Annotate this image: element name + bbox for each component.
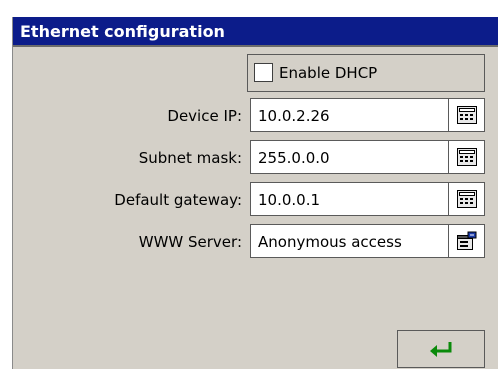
enter-arrow-icon [430,342,452,357]
keypad-icon [456,106,477,124]
device-ip-label: Device IP: [167,107,242,125]
settings-dialog-icon [456,231,476,250]
device-ip-keypad-button[interactable] [448,99,484,131]
www-server-settings-button[interactable] [448,225,484,257]
www-server-field[interactable]: Anonymous access [250,224,485,258]
device-ip-field[interactable]: 10.0.2.26 [250,98,485,132]
default-gateway-value: 10.0.0.1 [258,191,321,209]
subnet-mask-label: Subnet mask: [138,149,242,167]
default-gateway-label: Default gateway: [114,191,242,209]
ethernet-config-dialog: Ethernet configuration Enable DHCP Devic… [12,17,498,369]
dhcp-label: Enable DHCP [279,64,378,82]
subnet-mask-value: 255.0.0.0 [258,149,330,167]
www-server-label: WWW Server: [138,233,242,251]
keypad-icon [456,148,477,166]
subnet-mask-field[interactable]: 255.0.0.0 [250,140,485,174]
default-gateway-field[interactable]: 10.0.0.1 [250,182,485,216]
subnet-mask-keypad-button[interactable] [448,141,484,173]
enter-button[interactable] [397,330,485,368]
dhcp-checkbox[interactable] [254,63,273,82]
enable-dhcp-toggle[interactable]: Enable DHCP [247,54,485,92]
www-server-value: Anonymous access [258,233,402,251]
device-ip-value: 10.0.2.26 [258,107,330,125]
default-gateway-keypad-button[interactable] [448,183,484,215]
keypad-icon [456,190,477,208]
window-title: Ethernet configuration [13,17,498,47]
